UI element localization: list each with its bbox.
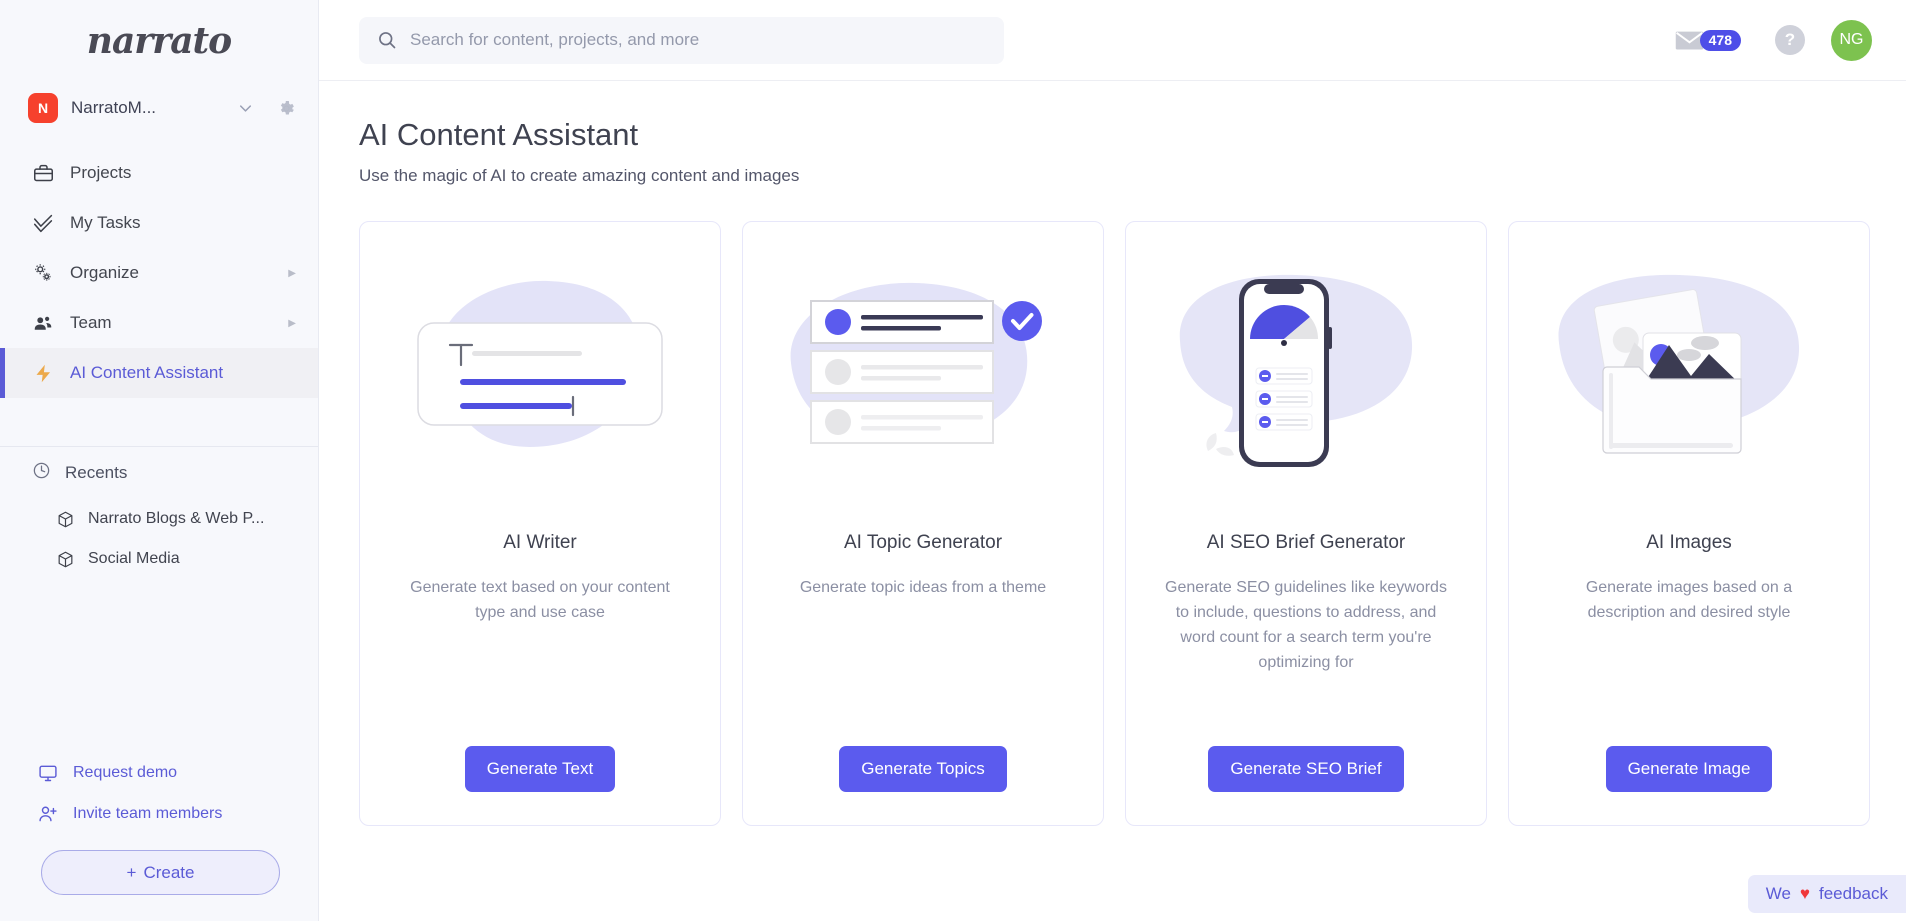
brand-header: narrato <box>0 0 318 82</box>
messages-button[interactable]: 478 <box>1673 24 1741 57</box>
people-icon <box>32 312 54 334</box>
card-ai-topic-generator[interactable]: AI Topic Generator Generate topic ideas … <box>742 221 1104 826</box>
sidebar-item-ai-content-assistant[interactable]: AI Content Assistant <box>0 348 318 398</box>
avatar[interactable]: NG <box>1831 19 1872 61</box>
recents-section-header[interactable]: Recents <box>0 447 318 499</box>
message-count-badge: 478 <box>1699 29 1741 51</box>
request-demo-link[interactable]: Request demo <box>0 752 318 793</box>
recents-label: Recents <box>65 463 128 482</box>
cube-icon <box>56 550 75 569</box>
sidebar-item-label: Organize <box>70 263 139 282</box>
topic-list-illustration <box>761 234 1085 526</box>
double-check-icon <box>32 213 54 234</box>
feedback-suffix: feedback <box>1819 884 1888 903</box>
card-description: Generate images based on a description a… <box>1585 579 1793 621</box>
heart-icon: ♥ <box>1799 884 1810 903</box>
gear-icon[interactable] <box>277 99 296 118</box>
sidebar: narrato N NarratoM... Projects My Tasks … <box>0 0 319 921</box>
create-button[interactable]: + Create <box>41 850 280 895</box>
page-subtitle: Use the magic of AI to create amazing co… <box>359 166 800 185</box>
card-description: Generate SEO guidelines like keywords to… <box>1165 579 1447 671</box>
text-editor-illustration <box>378 234 702 526</box>
sidebar-item-label: My Tasks <box>70 213 141 232</box>
card-title: AI Topic Generator <box>843 532 1003 553</box>
invite-team-members-link[interactable]: Invite team members <box>0 793 318 834</box>
card-ai-images[interactable]: AI Images Generate images based on a des… <box>1508 221 1870 826</box>
page-title: AI Content Assistant <box>359 117 639 152</box>
top-bar: 478 ? NG <box>319 0 1906 81</box>
recent-item-label: Narrato Blogs & Web P... <box>88 510 265 527</box>
main-area: 478 ? NG AI Content Assistant Use the ma… <box>319 0 1906 921</box>
monitor-icon <box>38 763 59 783</box>
search-input[interactable] <box>410 30 986 50</box>
sidebar-item-my-tasks[interactable]: My Tasks <box>0 198 318 248</box>
page-content: AI Content Assistant Use the magic of AI… <box>319 81 1906 921</box>
card-ai-seo-brief-generator[interactable]: AI SEO Brief Generator Generate SEO guid… <box>1125 221 1487 826</box>
narrato-logo[interactable]: narrato <box>87 20 232 62</box>
card-title: AI Images <box>1646 532 1732 553</box>
sidebar-item-label: AI Content Assistant <box>70 363 224 382</box>
invite-team-members-label: Invite team members <box>73 804 223 822</box>
chevron-down-icon[interactable] <box>236 99 255 118</box>
nav-arrow: ▶ <box>288 267 296 279</box>
briefcase-icon <box>32 163 54 184</box>
card-title: AI Writer <box>503 532 577 553</box>
assistant-cards: AI Writer Generate text based on your co… <box>319 186 1906 826</box>
recent-item-label: Social Media <box>88 550 180 567</box>
org-name: NarratoM... <box>71 98 157 117</box>
recent-item-social-media[interactable]: Social Media <box>0 539 318 579</box>
recent-item-narrato-blogs[interactable]: Narrato Blogs & Web P... <box>0 499 318 539</box>
user-plus-icon <box>38 804 59 824</box>
main-navigation: Projects My Tasks Organize ▶ Team ▶ AI C… <box>0 148 318 398</box>
generate-seo-brief-button[interactable]: Generate SEO Brief <box>1208 746 1404 792</box>
search-bar[interactable] <box>359 16 1004 64</box>
sidebar-item-projects[interactable]: Projects <box>0 148 318 198</box>
sidebar-item-organize[interactable]: Organize ▶ <box>0 248 318 298</box>
org-badge: N <box>28 93 58 123</box>
clock-icon <box>32 461 51 485</box>
card-title: AI SEO Brief Generator <box>1206 532 1406 553</box>
plus-icon: + <box>126 862 137 882</box>
create-button-label: Create <box>143 862 195 882</box>
sidebar-item-label: Team <box>70 313 112 332</box>
lightning-bolt-icon <box>32 363 54 384</box>
card-description: Generate text based on your content type… <box>410 579 670 621</box>
cube-icon <box>56 510 75 529</box>
org-switcher[interactable]: N NarratoM... <box>0 82 318 134</box>
generate-image-button[interactable]: Generate Image <box>1605 746 1773 792</box>
help-icon[interactable]: ? <box>1775 25 1805 55</box>
gears-icon <box>32 262 54 284</box>
generate-topics-button[interactable]: Generate Topics <box>839 746 1007 792</box>
search-icon <box>377 30 397 50</box>
request-demo-label: Request demo <box>73 763 178 781</box>
feedback-prefix: We <box>1765 884 1791 903</box>
sidebar-item-team[interactable]: Team ▶ <box>0 298 318 348</box>
nav-arrow: ▶ <box>288 317 296 329</box>
feedback-widget[interactable]: We ♥ feedback <box>1747 875 1906 913</box>
phone-gauge-illustration <box>1144 234 1468 526</box>
card-description: Generate topic ideas from a theme <box>799 579 1047 596</box>
card-ai-writer[interactable]: AI Writer Generate text based on your co… <box>359 221 721 826</box>
generate-text-button[interactable]: Generate Text <box>464 746 616 792</box>
sidebar-item-label: Projects <box>70 163 132 182</box>
image-folder-illustration <box>1527 234 1851 526</box>
